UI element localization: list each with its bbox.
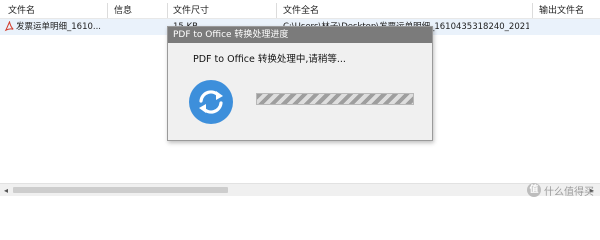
progress-dialog: PDF to Office 转换处理进度 PDF to Office 转换处理中… [167, 26, 433, 141]
pdf-file-icon [4, 21, 14, 32]
column-separator[interactable] [276, 3, 277, 19]
row-output-name [539, 21, 597, 34]
column-separator[interactable] [107, 3, 108, 19]
dialog-message: PDF to Office 转换处理中,请稍等... [193, 54, 346, 65]
watermark: 值 什么值得买 [527, 181, 594, 199]
scroll-left-icon[interactable]: ◂ [1, 186, 11, 195]
row-file-name: 发票运单明细_1610... [16, 22, 101, 32]
dialog-title: PDF to Office 转换处理进度 [173, 30, 289, 40]
column-separator[interactable] [167, 3, 168, 19]
column-header-file-name[interactable]: 文件名 [8, 5, 35, 18]
watermark-text: 什么值得买 [544, 186, 594, 198]
convert-refresh-icon [189, 80, 233, 124]
scrollbar-thumb[interactable] [13, 187, 228, 193]
column-header-file-size[interactable]: 文件尺寸 [173, 5, 209, 18]
progress-bar-fill [257, 94, 413, 104]
column-header-output-name[interactable]: 输出文件名 [539, 5, 584, 18]
row-info [114, 21, 164, 34]
column-header-full-name[interactable]: 文件全名 [283, 5, 319, 18]
horizontal-scrollbar[interactable]: ◂ ▸ [0, 183, 600, 196]
watermark-logo-icon: 值 [527, 183, 541, 197]
column-header-info[interactable]: 信息 [114, 5, 132, 18]
progress-bar [256, 93, 414, 105]
column-separator[interactable] [532, 3, 533, 19]
dialog-titlebar[interactable]: PDF to Office 转换处理进度 [168, 27, 432, 43]
